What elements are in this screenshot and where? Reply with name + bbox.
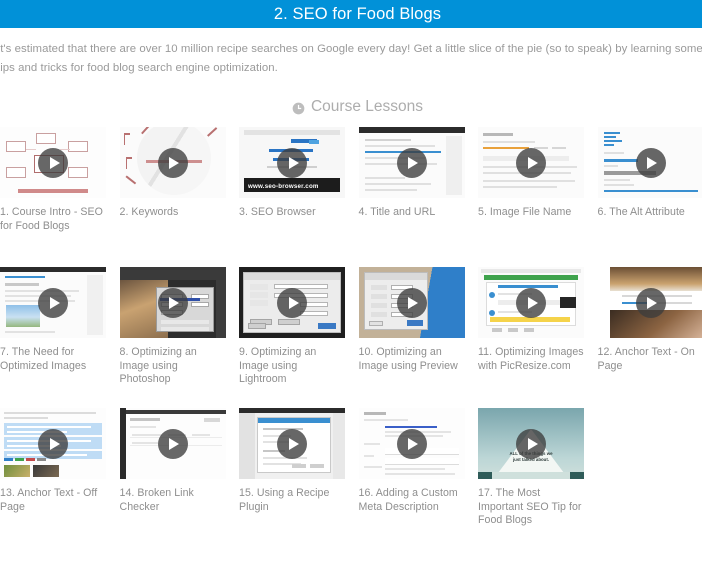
list-item[interactable]: 1. Course Intro - SEO for Food Blogs: [0, 127, 106, 233]
play-icon[interactable]: [636, 148, 666, 178]
lesson-thumbnail[interactable]: [0, 408, 106, 479]
lesson-title[interactable]: 7. The Need for Optimized Images: [0, 346, 106, 373]
page-header: 2. SEO for Food Blogs: [0, 0, 702, 28]
page-title: 2. SEO for Food Blogs: [261, 5, 441, 24]
lesson-thumbnail[interactable]: [359, 267, 465, 338]
play-icon[interactable]: [516, 288, 546, 318]
list-item[interactable]: www.seo-browser.com 3. SEO Browser: [239, 127, 345, 220]
list-item[interactable]: 12. Anchor Text - On Page: [598, 267, 702, 373]
clock-icon: [292, 102, 305, 115]
lesson-title[interactable]: 6. The Alt Attribute: [598, 206, 702, 220]
lesson-thumbnail[interactable]: [239, 408, 345, 479]
lesson-title[interactable]: 4. Title and URL: [359, 206, 465, 220]
list-item[interactable]: 7. The Need for Optimized Images: [0, 267, 106, 373]
list-item[interactable]: ALL of the things we just talked about. …: [478, 408, 584, 528]
lesson-title[interactable]: 10. Optimizing an Image using Preview: [359, 346, 465, 373]
lesson-title[interactable]: 14. Broken Link Checker: [120, 487, 226, 514]
play-icon[interactable]: [38, 288, 68, 318]
list-item[interactable]: 4. Title and URL: [359, 127, 465, 220]
lesson-title[interactable]: 15. Using a Recipe Plugin: [239, 487, 345, 514]
lesson-thumbnail[interactable]: [120, 267, 226, 338]
list-item[interactable]: 8. Optimizing an Image using Photoshop: [120, 267, 226, 387]
play-icon[interactable]: [397, 288, 427, 318]
play-icon[interactable]: [38, 429, 68, 459]
list-item[interactable]: 9. Optimizing an Image using Lightroom: [239, 267, 345, 387]
play-icon[interactable]: [516, 148, 546, 178]
lesson-thumbnail[interactable]: [359, 127, 465, 198]
lesson-title[interactable]: 3. SEO Browser: [239, 206, 345, 220]
lesson-title[interactable]: 11. Optimizing Images with PicResize.com: [478, 346, 584, 373]
list-item[interactable]: 6. The Alt Attribute: [598, 127, 702, 220]
list-item[interactable]: 14. Broken Link Checker: [120, 408, 226, 514]
lesson-thumbnail[interactable]: www.seo-browser.com: [239, 127, 345, 198]
lesson-thumbnail[interactable]: [478, 267, 584, 338]
course-page: 2. SEO for Food Blogs It's estimated tha…: [0, 0, 702, 564]
lesson-thumbnail[interactable]: [478, 127, 584, 198]
list-item[interactable]: 5. Image File Name: [478, 127, 584, 220]
lesson-thumbnail[interactable]: [0, 267, 106, 338]
lesson-thumbnail[interactable]: [359, 408, 465, 479]
play-icon[interactable]: [636, 288, 666, 318]
course-description: It's estimated that there are over 10 mi…: [0, 40, 702, 78]
lesson-thumbnail[interactable]: [120, 127, 226, 198]
lesson-title[interactable]: 1. Course Intro - SEO for Food Blogs: [0, 206, 106, 233]
lesson-thumbnail[interactable]: [120, 408, 226, 479]
play-icon[interactable]: [158, 148, 188, 178]
lesson-title[interactable]: 17. The Most Important SEO Tip for Food …: [478, 487, 584, 528]
list-item[interactable]: 10. Optimizing an Image using Preview: [359, 267, 465, 373]
play-icon[interactable]: [277, 148, 307, 178]
play-icon[interactable]: [158, 429, 188, 459]
lesson-thumbnail[interactable]: ALL of the things we just talked about.: [478, 408, 584, 479]
lesson-thumbnail[interactable]: [0, 127, 106, 198]
lesson-thumbnail[interactable]: [598, 267, 702, 338]
lesson-title[interactable]: 13. Anchor Text - Off Page: [0, 487, 106, 514]
list-item[interactable]: 13. Anchor Text - Off Page: [0, 408, 106, 514]
lesson-title[interactable]: 16. Adding a Custom Meta Description: [359, 487, 465, 514]
lesson-title[interactable]: 5. Image File Name: [478, 206, 584, 220]
play-icon[interactable]: [516, 429, 546, 459]
lesson-thumbnail[interactable]: [598, 127, 702, 198]
play-icon[interactable]: [397, 148, 427, 178]
course-lessons-heading: Course Lessons: [0, 98, 702, 116]
section-title: Course Lessons: [311, 98, 423, 116]
thumbnail-caption: www.seo-browser.com: [248, 183, 319, 190]
list-item[interactable]: 2. Keywords: [120, 127, 226, 220]
play-icon[interactable]: [277, 429, 307, 459]
list-item[interactable]: 11. Optimizing Images with PicResize.com: [478, 267, 584, 373]
list-item[interactable]: 15. Using a Recipe Plugin: [239, 408, 345, 514]
play-icon[interactable]: [277, 288, 307, 318]
list-item[interactable]: 16. Adding a Custom Meta Description: [359, 408, 465, 514]
play-icon[interactable]: [158, 288, 188, 318]
play-icon[interactable]: [397, 429, 427, 459]
lesson-title[interactable]: 2. Keywords: [120, 206, 226, 220]
lesson-thumbnail[interactable]: [239, 267, 345, 338]
play-icon[interactable]: [38, 148, 68, 178]
lesson-title[interactable]: 12. Anchor Text - On Page: [598, 346, 702, 373]
lesson-title[interactable]: 9. Optimizing an Image using Lightroom: [239, 346, 345, 387]
lesson-title[interactable]: 8. Optimizing an Image using Photoshop: [120, 346, 226, 387]
